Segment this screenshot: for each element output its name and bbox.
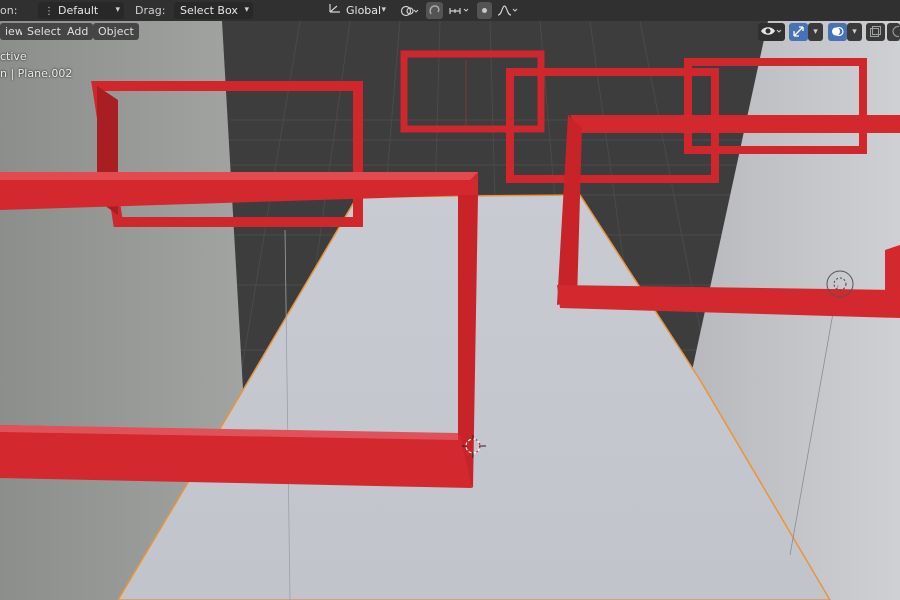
snap-increment-dropdown[interactable]: [446, 2, 474, 19]
visibility-dropdown[interactable]: [758, 23, 785, 41]
proportional-editing-icon: [480, 6, 489, 15]
select-menu[interactable]: Select: [22, 23, 66, 40]
blender-window: on: ⋮ Default ▾ Drag: Select Box ▾ Global…: [0, 0, 900, 600]
chevron-down-icon: ▾: [244, 5, 249, 15]
xray-toggle[interactable]: [866, 23, 885, 41]
chevron-down-icon: ▾: [115, 5, 120, 15]
transform-orientation-dropdown[interactable]: Global ▾: [322, 2, 390, 19]
orientation-label: on:: [0, 4, 18, 17]
snap-icon: [428, 4, 441, 17]
transform-orientation-icon: ⋮: [44, 6, 54, 17]
orientation-value: Default: [58, 4, 99, 17]
gizmo-icon: [792, 23, 805, 42]
chevron-down-icon: ▾: [852, 27, 857, 37]
global-axis-icon: [328, 2, 346, 19]
drag-value: Select Box: [180, 4, 238, 17]
overlays-toggle[interactable]: [828, 23, 847, 41]
gizmo-dropdown[interactable]: ▾: [808, 23, 823, 41]
chevron-down-icon: ▾: [381, 5, 386, 15]
drag-dropdown[interactable]: Select Box ▾: [174, 2, 253, 19]
chevron-down-icon: ▾: [813, 27, 818, 37]
object-menu[interactable]: Object: [93, 23, 139, 40]
pivot-point-icon: [399, 4, 419, 18]
3d-viewport[interactable]: iew Select Add Object ctive n | Plane.00…: [0, 21, 900, 600]
gizmo-toggle[interactable]: [789, 23, 808, 41]
shading-mode-button[interactable]: [887, 23, 900, 41]
falloff-dropdown[interactable]: [495, 2, 521, 19]
proportional-editing-toggle[interactable]: [477, 2, 492, 19]
eye-visibility-icon: [760, 23, 784, 42]
overlays-icon: [831, 23, 844, 42]
viewport-mode-text: ctive: [0, 50, 27, 63]
transform-orientation-value: Global: [346, 4, 382, 17]
overlays-dropdown[interactable]: ▾: [847, 23, 862, 41]
falloff-curve-icon: [497, 4, 519, 17]
snap-toggle[interactable]: [426, 2, 443, 19]
wireframe-shading-icon: [889, 23, 900, 42]
xray-icon: [869, 23, 882, 42]
tool-settings-header: on: ⋮ Default ▾ Drag: Select Box ▾ Global…: [0, 0, 900, 21]
pivot-point-button[interactable]: [396, 2, 422, 19]
drag-label: Drag:: [135, 4, 166, 17]
add-menu[interactable]: Add: [62, 23, 94, 40]
orientation-dropdown[interactable]: ⋮ Default ▾: [38, 2, 124, 19]
active-object-text: n | Plane.002: [0, 67, 73, 80]
snap-increment-icon: [448, 4, 472, 17]
viewport-scene: [0, 21, 900, 600]
